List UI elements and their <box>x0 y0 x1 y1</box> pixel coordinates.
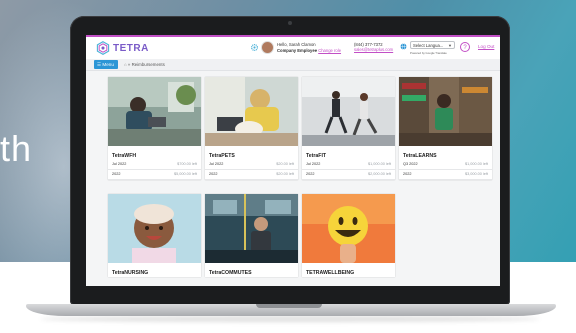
card-image-pets <box>205 77 298 146</box>
laptop-screen: TETRA Hello, Sarah Clamon Company Employ… <box>86 35 500 286</box>
logo[interactable]: TETRA <box>96 41 149 55</box>
avatar[interactable] <box>261 41 274 54</box>
period: 2022 <box>112 172 121 176</box>
card-title: TetraLEARNS <box>403 153 437 159</box>
card-image-nursing <box>108 194 201 263</box>
benefit-card-fit[interactable]: TetraFIT Jul 2022 $1,000.00 left 2022 $2,0… <box>302 77 395 180</box>
period: Jul 2022 <box>306 162 321 166</box>
email-link[interactable]: sales@tetraplus.com <box>354 47 393 52</box>
change-role-link[interactable]: Change role <box>318 48 341 53</box>
background-text: th <box>0 128 33 169</box>
chevron-down-icon: ▼ <box>448 43 452 48</box>
list-item: Jul 2022 $20.00 left <box>205 160 298 170</box>
amount-left: $20.00 left <box>276 172 294 176</box>
amount-left: $700.00 left <box>177 162 197 166</box>
period: 2022 <box>306 172 315 176</box>
period: Jul 2022 <box>209 162 224 166</box>
benefit-card-learns[interactable]: TetraLEARNS Q3 2022 $1,000.00 left 2022 $3… <box>399 77 492 180</box>
amount-left: $1,000.00 left <box>464 162 488 166</box>
card-image-wellbeing <box>302 194 395 263</box>
amount-left: $5,000.00 left <box>173 172 197 176</box>
powered-by-text: Powered by Google Translate <box>410 51 447 55</box>
contact-info: (844) 377-7372 sales@tetraplus.com <box>354 42 393 52</box>
card-image-fit <box>302 77 395 146</box>
logo-text: TETRA <box>113 42 149 54</box>
menu-icon: ☰ <box>97 62 102 67</box>
list-item: 2022 $5,000.00 left <box>108 170 201 180</box>
benefit-card-pets[interactable]: TetraPETS Jul 2022 $20.00 left 2022 $20.00… <box>205 77 298 180</box>
menu-button-label: Menu <box>102 62 114 67</box>
sub-navigation: ☰ Menu ⌂ » Reimbursements <box>86 59 500 71</box>
period: 2022 <box>403 172 412 176</box>
list-item: 2022 $3,000.00 left <box>399 170 492 180</box>
list-item: Jul 2022 $1,000.00 left <box>302 160 395 170</box>
help-button[interactable]: ? <box>460 42 470 52</box>
amount-left: $3,000.00 left <box>464 172 488 176</box>
benefit-card-wellbeing[interactable]: TETRAWELLBEING <box>302 194 395 277</box>
card-image-learns <box>399 77 492 146</box>
amount-left: $2,000.00 left <box>367 172 391 176</box>
card-title: TetraNURSING <box>112 270 149 276</box>
list-item: 2022 $20.00 left <box>205 170 298 180</box>
user-text: Hello, Sarah Clamon Company Employee Cha… <box>277 42 341 52</box>
laptop-shadow <box>40 316 540 322</box>
language-select-value: Select Langua... <box>413 43 444 48</box>
gear-icon[interactable] <box>250 43 259 52</box>
card-image-commutes <box>205 194 298 263</box>
period: Jul 2022 <box>112 162 127 166</box>
benefit-card-wfh[interactable]: TetraWFH Jul 2022 $700.00 left 2022 $5,000… <box>108 77 201 180</box>
tetra-logo-icon <box>96 41 110 55</box>
list-item: Q3 2022 $1,000.00 left <box>399 160 492 170</box>
user-role: Company Employee <box>277 47 318 53</box>
app-header: TETRA Hello, Sarah Clamon Company Employ… <box>86 35 500 59</box>
benefit-card-nursing[interactable]: TetraNURSING <box>108 194 201 277</box>
menu-button[interactable]: ☰ Menu <box>94 60 118 69</box>
language-select[interactable]: Select Langua... ▼ <box>410 41 455 49</box>
card-title: TetraWFH <box>112 153 137 159</box>
amount-left: $1,000.00 left <box>367 162 391 166</box>
breadcrumb-current: Reimbursements <box>131 62 165 67</box>
home-icon[interactable]: ⌂ <box>124 62 127 67</box>
laptop-notch <box>256 304 322 308</box>
period: 2022 <box>209 172 218 176</box>
card-title: TETRAWELLBEING <box>306 270 355 276</box>
breadcrumb: ⌂ » Reimbursements <box>124 61 165 68</box>
logout-link[interactable]: Log Out <box>478 44 494 49</box>
period: Q3 2022 <box>403 162 418 166</box>
camera-icon <box>288 21 292 25</box>
card-title: TetraFIT <box>306 153 327 159</box>
globe-icon <box>400 43 407 50</box>
card-image-wfh <box>108 77 201 146</box>
card-title: TetraPETS <box>209 153 235 159</box>
breadcrumb-separator: » <box>127 62 131 67</box>
amount-left: $20.00 left <box>276 162 294 166</box>
card-title: TetraCOMMUTES <box>209 270 252 276</box>
list-item: 2022 $2,000.00 left <box>302 170 395 180</box>
user-block: Hello, Sarah Clamon Company Employee Cha… <box>250 41 341 54</box>
list-item: Jul 2022 $700.00 left <box>108 160 201 170</box>
benefit-card-commutes[interactable]: TetraCOMMUTES <box>205 194 298 277</box>
